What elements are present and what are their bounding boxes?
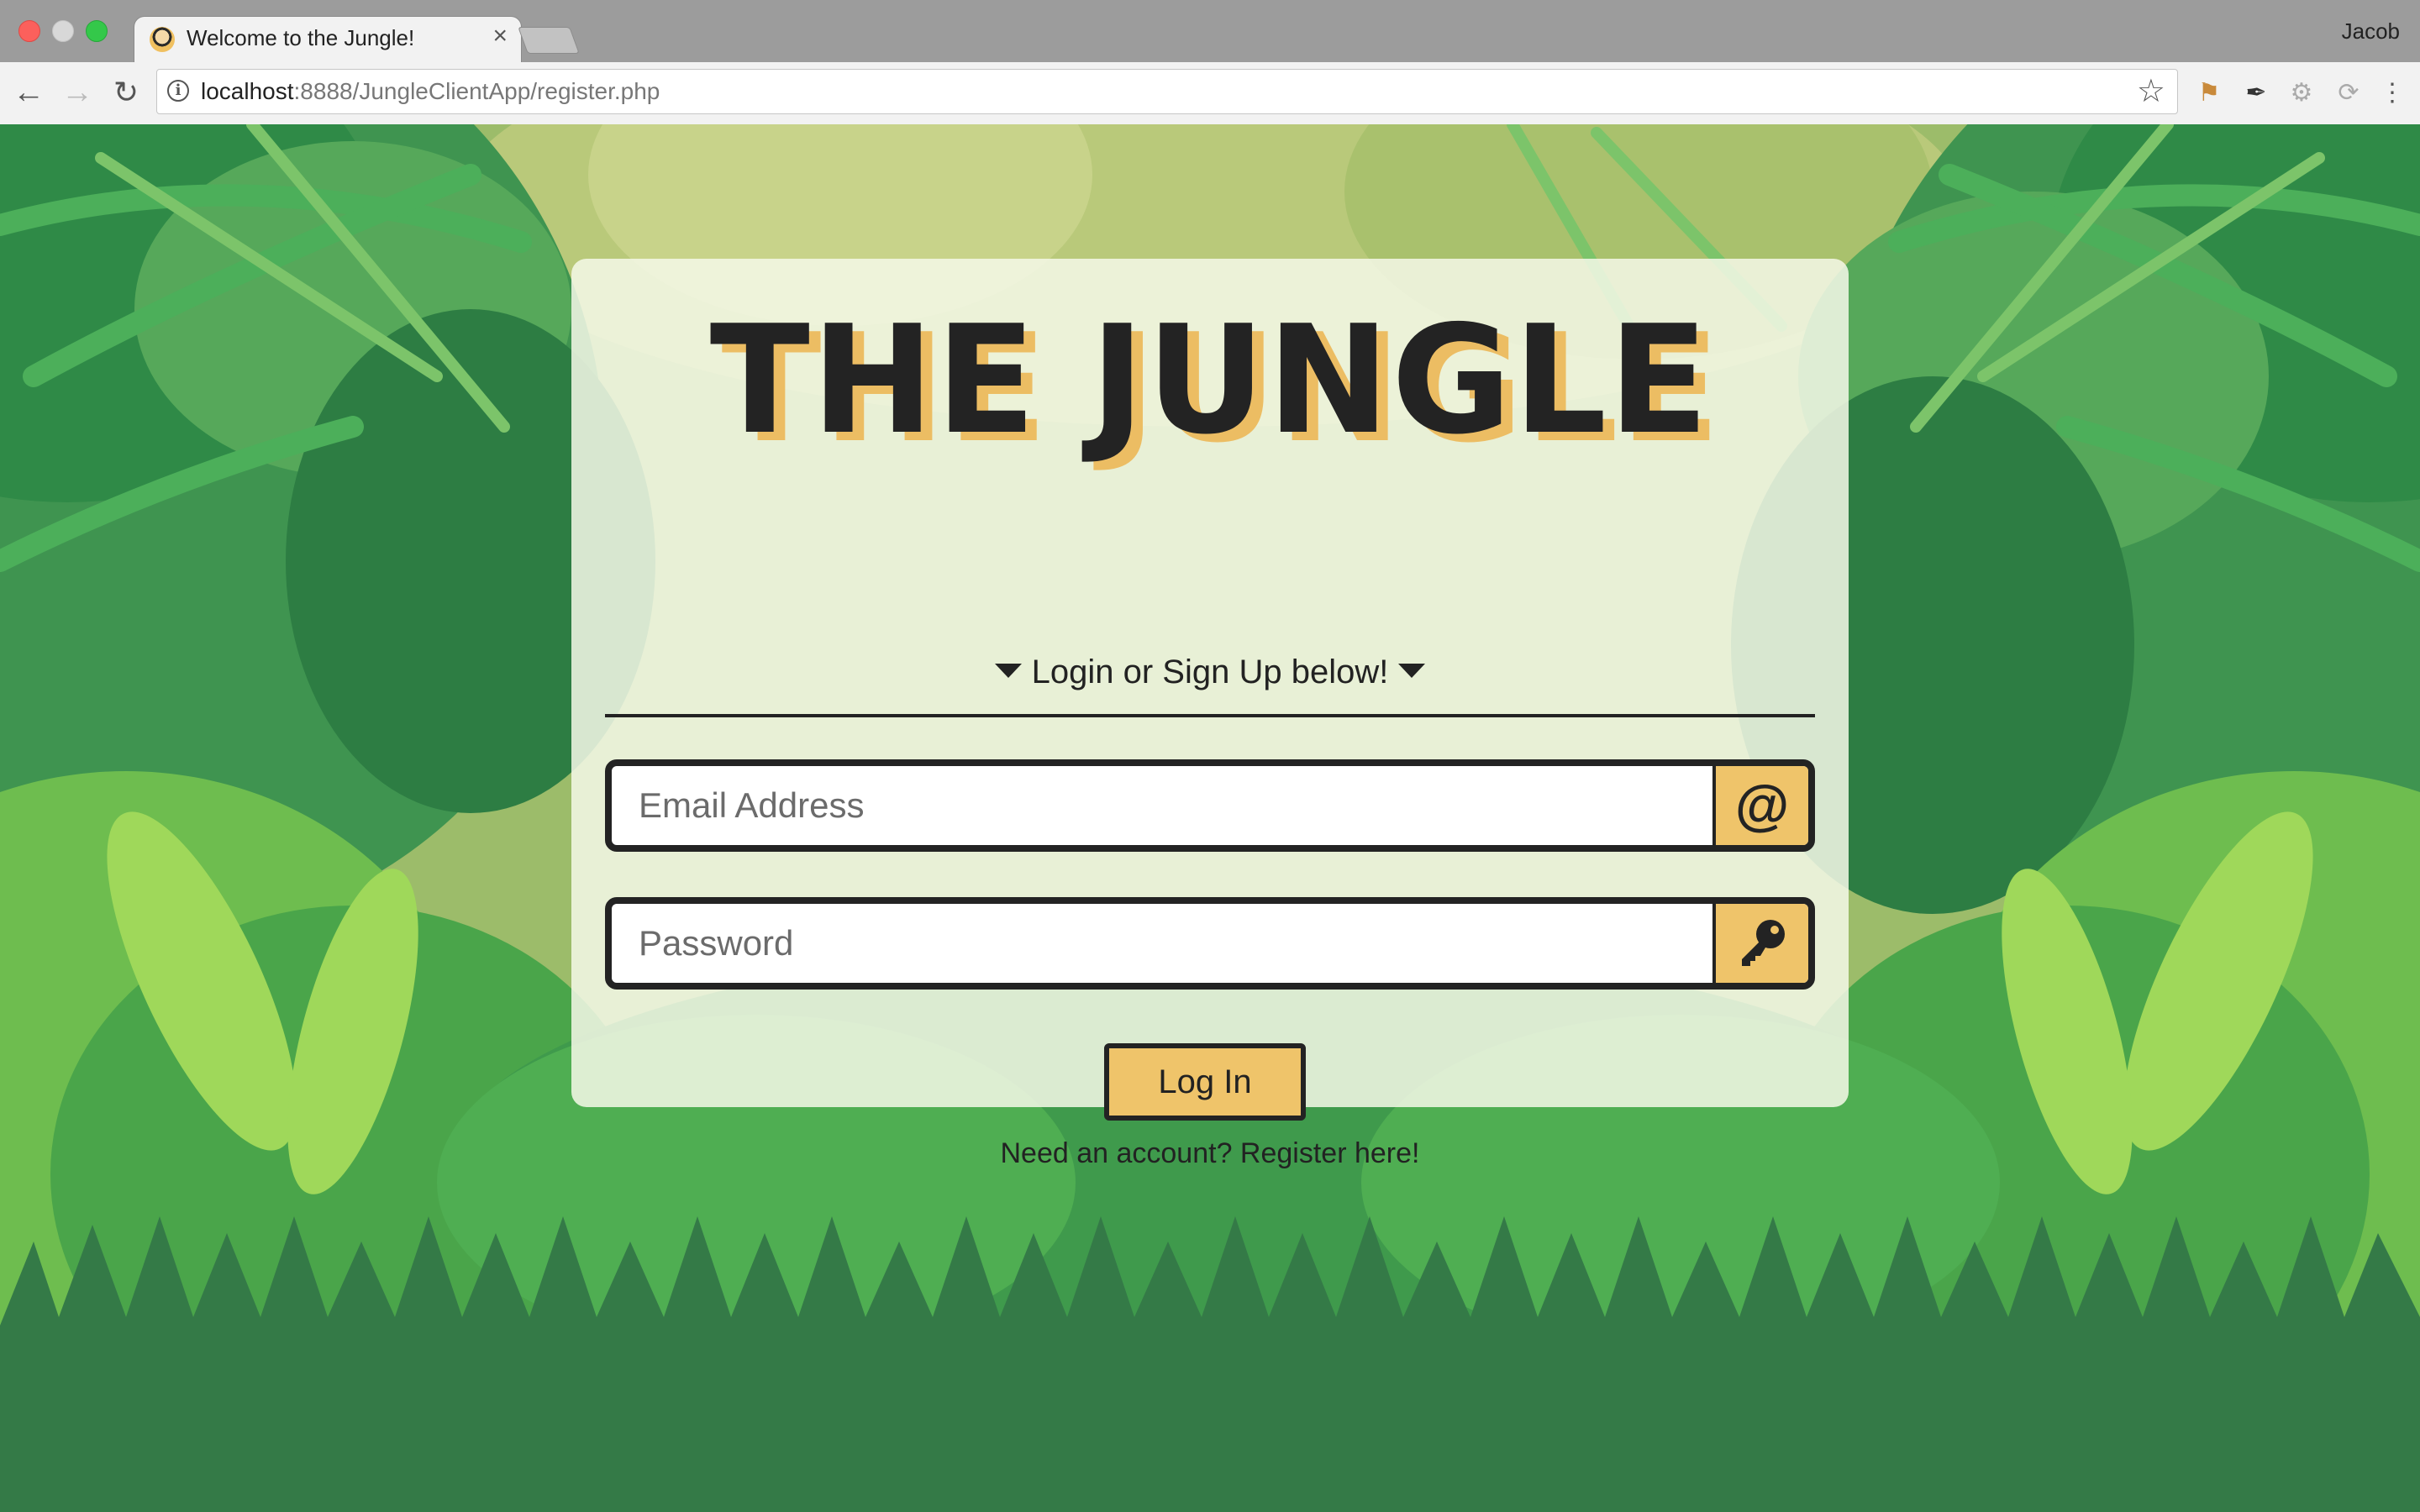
password-input[interactable] bbox=[612, 904, 1719, 983]
caret-down-icon bbox=[994, 663, 1022, 678]
tab-close-icon[interactable]: × bbox=[492, 24, 508, 49]
reload-icon[interactable]: ↻ bbox=[108, 74, 145, 111]
forward-arrow-icon[interactable]: → bbox=[59, 74, 96, 111]
caret-down-icon bbox=[1398, 663, 1426, 678]
subtitle-text: Login or Sign Up below! bbox=[1031, 654, 1389, 690]
url-text[interactable]: localhost:8888/JungleClientApp/register.… bbox=[201, 78, 660, 105]
password-field-group bbox=[605, 897, 1815, 990]
url-path: :8888/JungleClientApp/register.php bbox=[293, 78, 660, 104]
window-maximize-button[interactable] bbox=[86, 20, 108, 42]
address-bar[interactable]: i localhost:8888/JungleClientApp/registe… bbox=[156, 69, 2178, 114]
register-link[interactable]: Need an account? Register here! bbox=[571, 1137, 1849, 1170]
window-close-button[interactable] bbox=[18, 20, 40, 42]
window-minimize-button[interactable] bbox=[52, 20, 74, 42]
new-tab-button[interactable] bbox=[518, 27, 580, 54]
extension-refresh-icon[interactable]: ⟳ bbox=[2334, 79, 2363, 108]
back-arrow-icon[interactable]: ← bbox=[10, 74, 47, 111]
url-host: localhost bbox=[201, 78, 294, 104]
page-viewport: THE JUNGLE Login or Sign Up below! @ Log… bbox=[0, 124, 2420, 1512]
browser-tab[interactable]: Welcome to the Jungle! × bbox=[134, 17, 521, 64]
tab-title: Welcome to the Jungle! bbox=[187, 25, 415, 50]
email-field-group: @ bbox=[605, 759, 1815, 852]
window-titlebar: Welcome to the Jungle! × Jacob bbox=[0, 0, 2420, 64]
profile-name[interactable]: Jacob bbox=[2342, 18, 2400, 45]
extension-eyedropper-icon[interactable]: ✒ bbox=[2242, 79, 2270, 108]
at-sign-icon: @ bbox=[1712, 766, 1808, 845]
site-logo: THE JUNGLE bbox=[709, 293, 1711, 467]
email-input[interactable] bbox=[612, 766, 1719, 845]
browser-menu-icon[interactable]: ⋮ bbox=[2378, 79, 2407, 108]
extension-flag-icon[interactable]: ⚑ bbox=[2195, 79, 2223, 108]
browser-toolbar: ← → ↻ i localhost:8888/JungleClientApp/r… bbox=[0, 62, 2420, 125]
extension-gear-icon[interactable]: ⚙ bbox=[2287, 79, 2316, 108]
divider bbox=[605, 714, 1815, 717]
monkey-favicon-icon bbox=[150, 27, 175, 52]
login-subtitle: Login or Sign Up below! bbox=[571, 654, 1849, 691]
login-card: THE JUNGLE Login or Sign Up below! @ Log… bbox=[571, 259, 1849, 1169]
login-button[interactable]: Log In bbox=[1104, 1043, 1306, 1121]
key-icon bbox=[1712, 904, 1808, 983]
bookmark-star-icon[interactable]: ☆ bbox=[2137, 73, 2165, 110]
site-info-icon[interactable]: i bbox=[167, 80, 189, 102]
